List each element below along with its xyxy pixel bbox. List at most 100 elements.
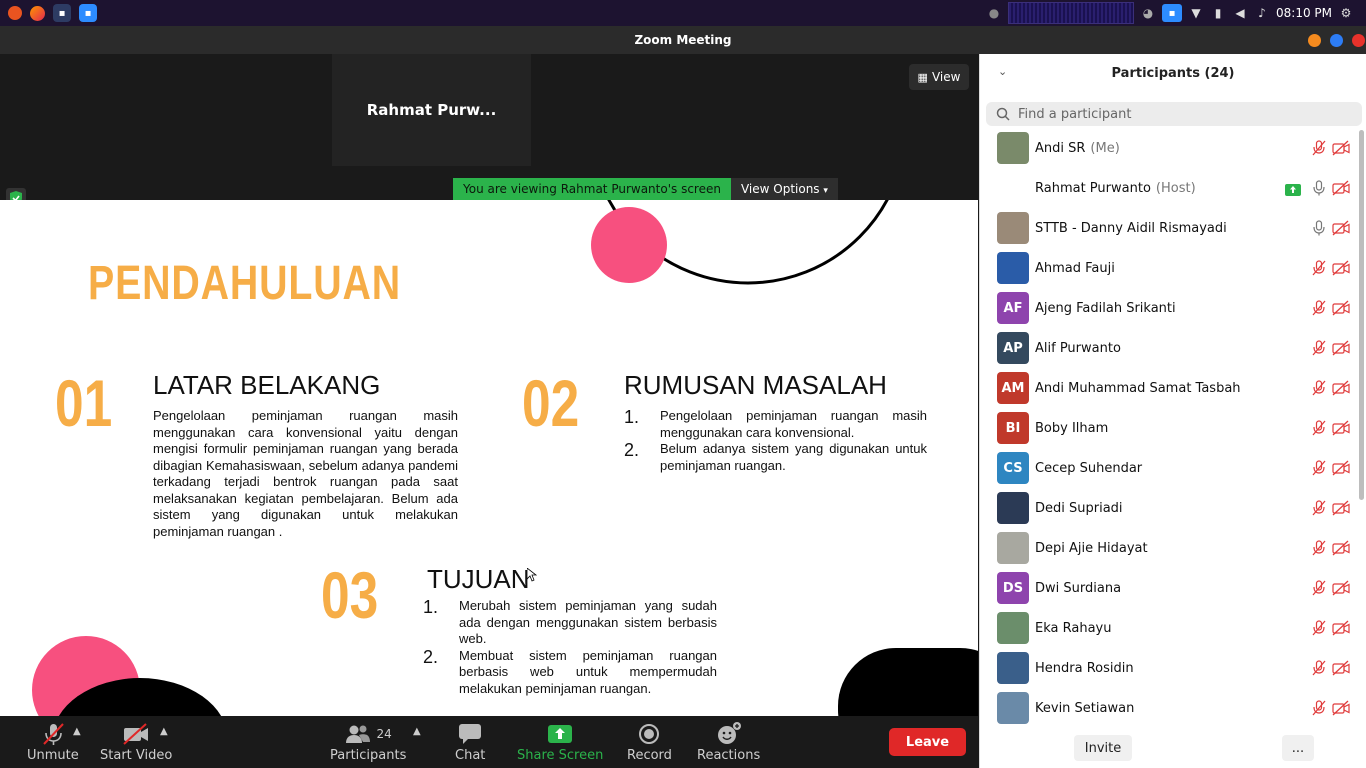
- list-item: 1. Pengelolaan peminjaman ruangan masih m…: [624, 408, 927, 441]
- participant-row[interactable]: AF Ajeng Fadilah Srikanti: [980, 288, 1356, 328]
- share-screen-icon: [547, 722, 573, 746]
- panel-header: ⌄ Participants (24): [980, 54, 1366, 94]
- participants-count: 24: [376, 727, 392, 741]
- chat-button[interactable]: Chat: [455, 722, 485, 763]
- view-label: View: [931, 70, 961, 84]
- close-button[interactable]: [1352, 34, 1365, 47]
- participant-name: Eka Rahayu: [1035, 620, 1112, 636]
- participant-row[interactable]: Kevin Setiawan: [980, 688, 1356, 728]
- section-number: 01: [55, 366, 113, 440]
- muted-mic-icon: [1311, 340, 1327, 356]
- wifi-icon[interactable]: ▼: [1188, 5, 1204, 21]
- view-button[interactable]: ▦ View: [909, 64, 969, 90]
- participants-options-caret[interactable]: ▲: [413, 726, 421, 737]
- video-options-caret[interactable]: ▲: [160, 726, 168, 737]
- battery-icon[interactable]: ▮: [1210, 5, 1226, 21]
- power-gear-icon[interactable]: ⚙: [1338, 5, 1354, 21]
- search-icon: [996, 107, 1010, 121]
- zoom-tray-icon[interactable]: ▪: [1162, 4, 1182, 22]
- list-number: 2.: [423, 646, 439, 667]
- search-placeholder: Find a participant: [1018, 106, 1132, 122]
- avatar: BI: [997, 412, 1029, 444]
- participant-row[interactable]: DS Dwi Surdiana: [980, 568, 1356, 608]
- participant-name: Cecep Suhendar: [1035, 460, 1143, 476]
- record-label: Record: [627, 748, 672, 763]
- section-list: 1. Pengelolaan peminjaman ruangan masih m…: [624, 408, 927, 474]
- avatar: [997, 172, 1029, 204]
- minimize-button[interactable]: [1308, 34, 1321, 47]
- section-heading: RUMUSAN MASALAH: [624, 370, 887, 400]
- app-indicator-icon[interactable]: ◕: [1140, 5, 1156, 21]
- participant-name: Boby Ilham: [1035, 420, 1109, 436]
- participant-row[interactable]: AM Andi Muhammad Samat Tasbah: [980, 368, 1356, 408]
- participant-name: Rahmat Purwanto: [1035, 180, 1151, 196]
- video-off-icon: [122, 722, 150, 746]
- start-video-label: Start Video: [100, 748, 173, 763]
- participant-search-input[interactable]: Find a participant: [986, 102, 1362, 126]
- muted-mic-icon: [1311, 300, 1327, 316]
- video-off-icon: [1332, 300, 1350, 316]
- record-button[interactable]: Record: [627, 722, 672, 763]
- participant-row[interactable]: STTB - Danny Aidil Rismayadi: [980, 208, 1356, 248]
- participant-row[interactable]: Hendra Rosidin: [980, 648, 1356, 688]
- launcher-tray: ▪ ▪: [0, 0, 101, 26]
- shared-slide: PENDAHULUAN 01 LATAR BELAKANG Pengelolaa…: [0, 200, 978, 716]
- zoom-active-icon[interactable]: ▪: [79, 4, 97, 22]
- video-off-icon: [1332, 700, 1350, 716]
- invite-button[interactable]: Invite: [1074, 735, 1132, 761]
- more-options-button[interactable]: ...: [1282, 735, 1314, 761]
- volume-icon[interactable]: ◀: [1232, 5, 1248, 21]
- leave-button[interactable]: Leave: [889, 728, 966, 756]
- avatar: CS: [997, 452, 1029, 484]
- participant-row[interactable]: Eka Rahayu: [980, 608, 1356, 648]
- muted-mic-icon: [1311, 140, 1327, 156]
- muted-mic-icon: [41, 722, 65, 746]
- viewing-text: You are viewing Rahmat Purwanto's screen: [453, 178, 731, 200]
- list-item: 2. Membuat sistem peminjaman ruangan berb…: [423, 648, 717, 698]
- video-off-icon: [1332, 140, 1350, 156]
- list-item: 2. Belum adanya sistem yang digunakan unt…: [624, 441, 927, 474]
- participant-row[interactable]: AP Alif Purwanto: [980, 328, 1356, 368]
- participant-row[interactable]: Rahmat Purwanto (Host): [980, 168, 1356, 208]
- list-number: 2.: [624, 440, 640, 460]
- view-options-label: View Options: [740, 182, 820, 196]
- audio-options-caret[interactable]: ▲: [73, 726, 81, 737]
- reactions-button[interactable]: Reactions: [697, 722, 760, 763]
- participant-row[interactable]: Depi Ajie Hidayat: [980, 528, 1356, 568]
- participant-row[interactable]: Dedi Supriadi: [980, 488, 1356, 528]
- avatar: [997, 532, 1029, 564]
- share-screen-button[interactable]: Share Screen: [517, 722, 603, 763]
- participants-button[interactable]: 24 Participants: [330, 722, 406, 763]
- participant-list-scrollbar[interactable]: [1359, 130, 1364, 500]
- view-options-button[interactable]: View Options ▾: [730, 178, 838, 200]
- chat-icon: [458, 722, 482, 746]
- screen-share-banner: You are viewing Rahmat Purwanto's screen…: [453, 178, 838, 200]
- participant-name: Ahmad Fauji: [1035, 260, 1115, 276]
- list-text: Pengelolaan peminjaman ruangan masih men…: [660, 408, 927, 440]
- ubuntu-icon[interactable]: [8, 6, 22, 20]
- muted-mic-icon: [1311, 540, 1327, 556]
- participant-row[interactable]: BI Boby Ilham: [980, 408, 1356, 448]
- chevron-down-icon: ▾: [823, 186, 828, 196]
- unmute-button[interactable]: Unmute: [27, 722, 79, 763]
- unmute-label: Unmute: [27, 748, 79, 763]
- participant-name: Depi Ajie Hidayat: [1035, 540, 1148, 556]
- avatar: AM: [997, 372, 1029, 404]
- video-off-icon: [1332, 380, 1350, 396]
- maximize-button[interactable]: [1330, 34, 1343, 47]
- muted-mic-icon: [1311, 580, 1327, 596]
- participant-row[interactable]: CS Cecep Suhendar: [980, 448, 1356, 488]
- firefox-icon[interactable]: [30, 5, 45, 21]
- avatar: [997, 252, 1029, 284]
- video-tile[interactable]: Rahmat Purw...: [332, 54, 531, 166]
- participant-row[interactable]: Andi SR (Me): [980, 128, 1356, 168]
- people-icon: [345, 725, 370, 743]
- notification-bell-icon[interactable]: ♪: [1254, 5, 1270, 21]
- mouse-cursor-icon: [527, 568, 537, 582]
- zoom-icon[interactable]: ▪: [53, 4, 71, 22]
- participant-name: STTB - Danny Aidil Rismayadi: [1035, 220, 1227, 236]
- participant-row[interactable]: Ahmad Fauji: [980, 248, 1356, 288]
- window-title: Zoom Meeting: [634, 33, 732, 47]
- clock[interactable]: 08:10 PM: [1276, 6, 1332, 20]
- participant-name: Dedi Supriadi: [1035, 500, 1123, 516]
